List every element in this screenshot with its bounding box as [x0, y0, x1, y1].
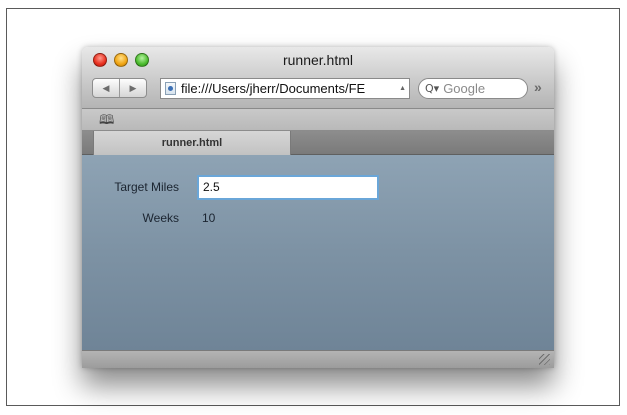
search-placeholder: Google [443, 81, 486, 96]
search-icon[interactable]: Q▾ [425, 82, 439, 95]
tab-label: runner.html [161, 137, 223, 149]
tab-runner[interactable]: runner.html [93, 131, 291, 155]
back-forward-group: ◀ ▶ [92, 78, 147, 98]
forward-arrow-icon: ▶ [129, 82, 137, 93]
back-arrow-icon: ◀ [102, 82, 110, 93]
tab-bar: runner.html [82, 131, 554, 155]
book-icon[interactable]: 🕮 [99, 111, 114, 133]
bookmarks-bar: 🕮 [82, 109, 554, 131]
target-miles-input[interactable]: 2.5 [197, 175, 379, 200]
resize-grip-icon[interactable] [539, 354, 550, 365]
search-field[interactable]: Q▾ Google [418, 78, 528, 99]
browser-window: runner.html ◀ ▶ file:///Users/jherr/Docu… [82, 47, 554, 368]
address-bar[interactable]: file:///Users/jherr/Documents/FE ▲ [160, 78, 410, 99]
page-content: Target Miles 2.5 Weeks 10 [82, 155, 554, 350]
weeks-value: 10 [202, 211, 216, 225]
weeks-label: Weeks [142, 211, 179, 225]
forward-button[interactable]: ▶ [120, 79, 146, 97]
title-bar[interactable]: runner.html ◀ ▶ file:///Users/jherr/Docu… [82, 47, 554, 109]
toolbar-overflow-icon[interactable]: » [534, 79, 542, 95]
address-text[interactable]: file:///Users/jherr/Documents/FE [181, 81, 396, 96]
target-miles-label: Target Miles [114, 180, 179, 194]
back-button[interactable]: ◀ [93, 79, 120, 97]
file-page-icon [165, 82, 176, 95]
status-bar [82, 350, 554, 368]
window-title: runner.html [282, 52, 354, 68]
address-dropdown-icon[interactable]: ▲ [396, 85, 409, 92]
